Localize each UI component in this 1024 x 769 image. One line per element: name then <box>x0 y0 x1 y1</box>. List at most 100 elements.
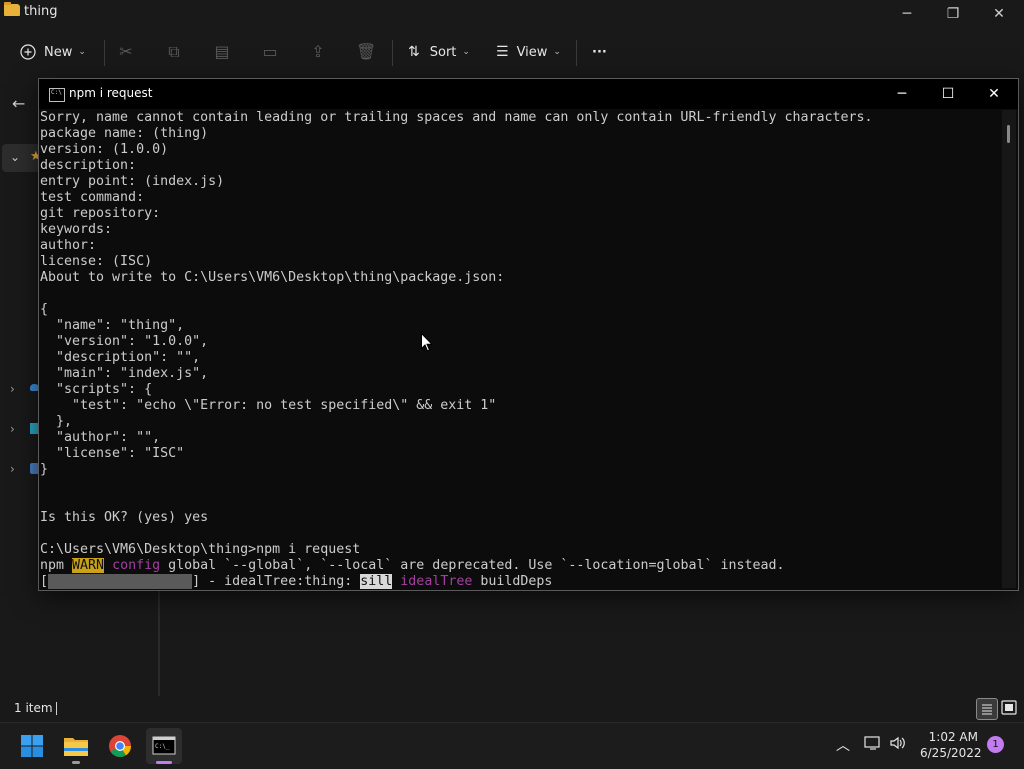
console-progress-line: [##################] - idealTree:thing: … <box>40 574 1000 590</box>
console-line: test command: <box>40 190 145 205</box>
more-options-button[interactable]: ··· <box>592 40 607 64</box>
status-item-count: 1 item <box>14 701 53 715</box>
console-line: license: (ISC) <box>40 254 153 269</box>
new-label: New <box>44 44 73 60</box>
share-icon[interactable]: ⇪ <box>308 42 328 62</box>
taskbar-file-explorer[interactable] <box>58 728 94 764</box>
warn-sep <box>104 558 112 573</box>
console-lines: Sorry, name cannot contain leading or tr… <box>40 110 1000 558</box>
console-window[interactable]: C:\ npm i request ─ ☐ ✕ Sorry, name cann… <box>38 78 1019 591</box>
progress-open: [ <box>40 574 49 589</box>
details-view-icon[interactable] <box>976 698 998 720</box>
notification-badge[interactable]: 1 <box>987 736 1004 753</box>
chevron-right-icon[interactable]: › <box>10 462 15 476</box>
scrollbar-thumb[interactable] <box>1007 125 1010 143</box>
delete-icon[interactable]: 🗑 <box>356 42 376 62</box>
taskbar-command-prompt[interactable]: C:\_ <box>146 728 182 764</box>
network-icon[interactable] <box>864 735 882 755</box>
restore-icon[interactable]: ❐ <box>930 0 976 28</box>
console-line: "version": "1.0.0", <box>40 334 209 349</box>
console-line: package name: (thing) <box>40 126 209 141</box>
toolbar-divider <box>104 40 105 66</box>
chevron-right-icon[interactable]: › <box>10 422 15 436</box>
explorer-command-bar: New ⌄ ✂ ⧉ ▤ ▭ ⇪ 🗑 ⇅ Sort ⌄ ☰ View ⌄ ··· <box>0 28 1024 74</box>
windows-logo-icon <box>21 735 43 757</box>
console-line: author: <box>40 238 97 253</box>
console-line: "main": "index.js", <box>40 366 209 381</box>
console-line: version: (1.0.0) <box>40 142 169 157</box>
console-line: "test": "echo \"Error: no test specified… <box>40 398 497 413</box>
console-line: "license": "ISC" <box>40 446 185 461</box>
cut-icon[interactable]: ✂ <box>116 42 136 62</box>
console-line: "scripts": { <box>40 382 153 397</box>
console-output[interactable]: Sorry, name cannot contain leading or tr… <box>40 110 1000 590</box>
warn-prefix: npm <box>40 558 73 573</box>
clock-date: 6/25/2022 <box>920 746 982 760</box>
paste-icon[interactable]: ▤ <box>212 42 232 62</box>
console-line: Sorry, name cannot contain leading or tr… <box>40 110 873 125</box>
mouse-pointer-icon <box>421 333 433 352</box>
folder-icon <box>4 2 20 16</box>
console-line: "name": "thing", <box>40 318 185 333</box>
large-icons-view-icon[interactable] <box>1000 698 1018 718</box>
chevron-down-icon: ⌄ <box>78 47 86 57</box>
rename-icon[interactable]: ▭ <box>260 42 280 62</box>
explorer-titlebar[interactable]: thing ─ ❐ ✕ <box>0 0 1024 28</box>
progress-scope: idealTree <box>400 574 473 589</box>
progress-bar: ################## <box>48 574 193 589</box>
minimize-icon[interactable]: ─ <box>884 0 930 28</box>
sort-label: Sort <box>429 44 457 60</box>
maximize-icon[interactable]: ☐ <box>925 79 971 109</box>
console-line: About to write to C:\Users\VM6\Desktop\t… <box>40 270 505 285</box>
command-prompt-icon: C:\_ <box>152 736 176 755</box>
console-app-icon: C:\ <box>49 88 65 102</box>
minimize-icon[interactable]: ─ <box>879 79 925 109</box>
chevron-down-icon: ⌄ <box>553 47 561 57</box>
console-line: entry point: (index.js) <box>40 174 225 189</box>
view-button[interactable]: ☰ View ⌄ <box>496 40 561 64</box>
new-button[interactable]: New ⌄ <box>20 40 86 64</box>
sort-icon: ⇅ <box>408 44 420 60</box>
pane-divider[interactable] <box>158 590 160 696</box>
nav-quick-access-item[interactable]: ⌄ ★ <box>2 144 42 172</box>
console-line: "author": "", <box>40 430 161 445</box>
console-warn-line: npm WARN config global `--global`, `--lo… <box>40 558 1000 574</box>
clock-time: 1:02 AM <box>928 730 978 744</box>
sort-button[interactable]: ⇅ Sort ⌄ <box>408 40 470 64</box>
console-titlebar[interactable]: C:\ npm i request ─ ☐ ✕ <box>39 79 1018 109</box>
taskbar: C:\_ ︿ 1:02 AM 6/25/2022 1 <box>0 722 1024 769</box>
running-indicator <box>72 761 80 764</box>
chevron-right-icon[interactable]: › <box>10 382 15 396</box>
progress-status: ] - idealTree:thing: <box>192 574 361 589</box>
folder-icon <box>64 738 88 756</box>
volume-icon[interactable] <box>889 735 907 755</box>
console-line: }, <box>40 414 73 429</box>
warn-message: global `--global`, `--local` are depreca… <box>160 558 785 573</box>
start-button[interactable] <box>14 728 50 764</box>
explorer-title: thing <box>24 4 58 19</box>
toolbar-divider <box>576 40 577 66</box>
progress-level-badge: sill <box>360 574 393 589</box>
progress-message: buildDeps <box>472 574 553 589</box>
active-indicator <box>156 761 172 764</box>
copy-icon[interactable]: ⧉ <box>164 42 184 62</box>
taskbar-chrome[interactable] <box>102 728 138 764</box>
console-line: } <box>40 462 49 477</box>
chrome-icon <box>109 735 131 757</box>
console-title: npm i request <box>69 86 153 100</box>
show-hidden-icons-icon[interactable]: ︿ <box>836 735 850 755</box>
close-icon[interactable]: ✕ <box>971 79 1017 109</box>
warn-level-badge: WARN <box>72 558 105 573</box>
clock[interactable]: 1:02 AM 6/25/2022 <box>920 729 982 761</box>
console-line: Is this OK? (yes) yes <box>40 510 209 525</box>
close-icon[interactable]: ✕ <box>976 0 1022 28</box>
toolbar-divider <box>392 40 393 66</box>
back-arrow-icon[interactable]: ← <box>12 94 25 113</box>
console-scrollbar[interactable] <box>1002 110 1016 588</box>
warn-scope: config <box>112 558 161 573</box>
console-line: git repository: <box>40 206 161 221</box>
console-line: description: <box>40 158 137 173</box>
